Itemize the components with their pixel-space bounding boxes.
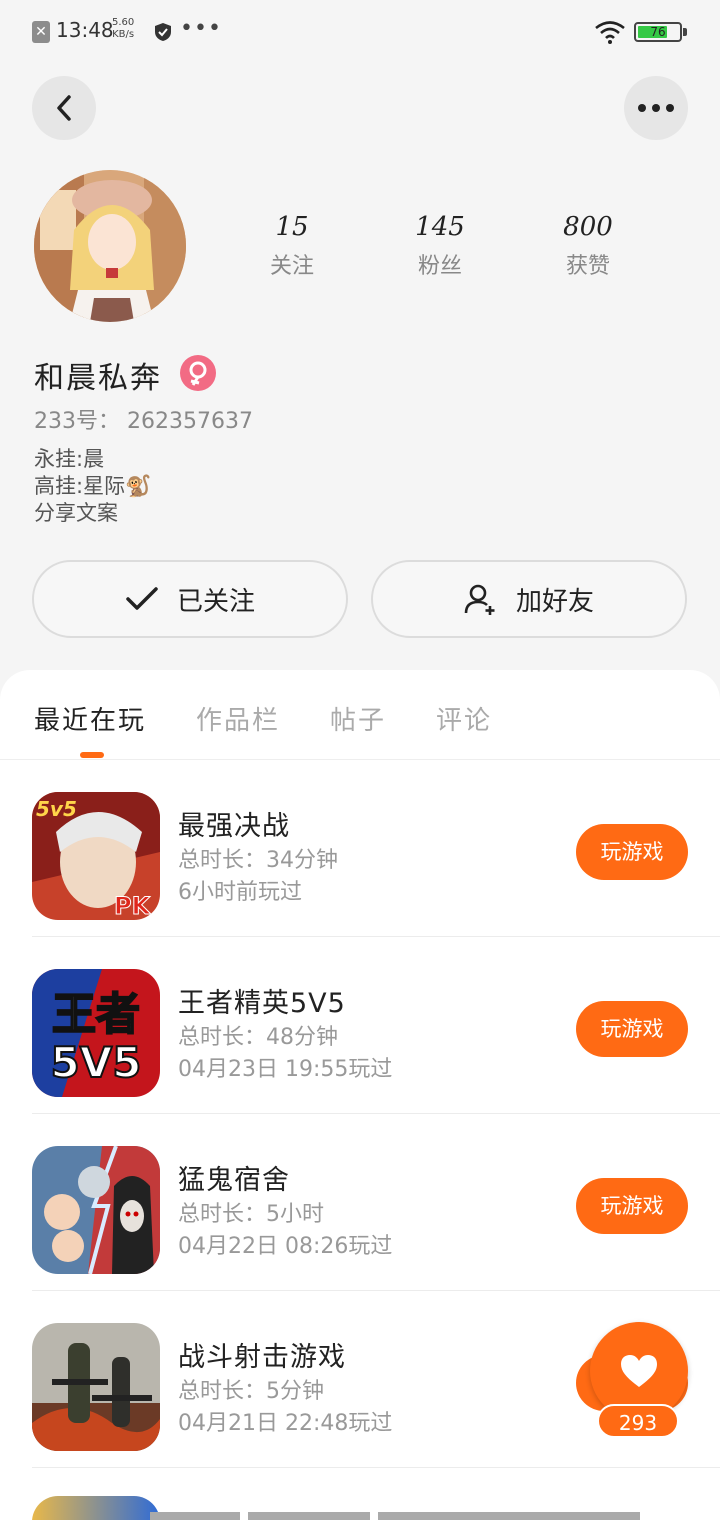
game-name: 最强决战 bbox=[178, 811, 290, 842]
game-row[interactable]: 5v5 PK 最强决战 总时长：34分钟 6小时前玩过 玩游戏 bbox=[32, 760, 720, 937]
profile-name: 和晨私奔 bbox=[34, 361, 162, 396]
chevron-left-icon bbox=[57, 95, 71, 121]
svg-text:王者: 王者 bbox=[52, 989, 140, 1040]
battery-tip bbox=[683, 28, 687, 36]
avatar[interactable] bbox=[34, 170, 186, 322]
followed-button[interactable]: 已关注 bbox=[32, 560, 348, 638]
pk-game-icon: 5v5 PK bbox=[32, 792, 160, 920]
fans-label: 粉丝 bbox=[417, 254, 462, 279]
stat-likes[interactable]: 800 获赞 bbox=[514, 212, 662, 280]
game-name: 战斗射击游戏 bbox=[178, 1342, 346, 1373]
tab-recently-played[interactable]: 最近在玩 bbox=[34, 700, 146, 737]
tab-posts[interactable]: 帖子 bbox=[330, 700, 386, 737]
game-row[interactable]: 王者 5V5 王者精英5V5 总时长：48分钟 04月23日 19:55玩过 玩… bbox=[32, 937, 720, 1114]
play-game-button[interactable]: 玩游戏 bbox=[576, 1001, 688, 1057]
add-friend-label: 加好友 bbox=[515, 586, 594, 617]
stat-fans[interactable]: 145 粉丝 bbox=[366, 212, 514, 280]
more-horizontal-icon bbox=[638, 104, 674, 112]
next-game-text-partial bbox=[150, 1512, 640, 1520]
add-user-icon bbox=[464, 584, 495, 615]
active-tab-indicator bbox=[80, 752, 104, 758]
game-last-played: 04月21日 22:48玩过 bbox=[178, 1411, 393, 1436]
play-game-button[interactable]: 玩游戏 bbox=[576, 1178, 688, 1234]
game-duration: 总时长：5小时 bbox=[178, 1202, 324, 1227]
following-count: 15 bbox=[275, 212, 309, 242]
user-id-value: 262357637 bbox=[127, 409, 253, 434]
game-last-played: 6小时前玩过 bbox=[178, 880, 302, 905]
tab-comments[interactable]: 评论 bbox=[436, 700, 492, 737]
tab-works[interactable]: 作品栏 bbox=[196, 700, 280, 737]
check-icon bbox=[126, 587, 158, 610]
game-last-played: 04月22日 08:26玩过 bbox=[178, 1234, 393, 1259]
bio-line: 高挂:星际🐒 bbox=[34, 474, 152, 498]
game-last-played: 04月23日 19:55玩过 bbox=[178, 1057, 393, 1082]
profile-stats: 15 关注 145 粉丝 800 获赞 bbox=[218, 212, 662, 280]
stat-following[interactable]: 15 关注 bbox=[218, 212, 366, 280]
game-duration: 总时长：34分钟 bbox=[178, 848, 338, 873]
likes-count: 800 bbox=[563, 212, 613, 242]
avatar-image bbox=[34, 170, 186, 322]
shooter-game-icon bbox=[32, 1323, 160, 1451]
game-name: 猛鬼宿舍 bbox=[178, 1165, 290, 1196]
bio-line: 分享文案 bbox=[34, 501, 118, 525]
back-button[interactable] bbox=[32, 76, 96, 140]
network-speed: 5.60 KB/s bbox=[112, 17, 135, 40]
user-id-label: 233号： bbox=[34, 409, 120, 434]
svg-text:PK: PK bbox=[114, 892, 152, 920]
following-label: 关注 bbox=[269, 254, 314, 279]
ghost-dorm-icon bbox=[32, 1146, 160, 1274]
wifi-icon bbox=[595, 21, 625, 44]
battery-icon: 76 bbox=[634, 22, 682, 42]
svg-text:5V5: 5V5 bbox=[51, 1038, 142, 1087]
profile-bio: 永挂:晨 高挂:星际🐒 分享文案 bbox=[34, 446, 151, 527]
likes-label: 获赞 bbox=[565, 254, 610, 279]
more-options-button[interactable] bbox=[624, 76, 688, 140]
game-row[interactable]: 猛鬼宿舍 总时长：5小时 04月22日 08:26玩过 玩游戏 bbox=[32, 1114, 720, 1291]
shield-icon bbox=[155, 23, 171, 41]
bio-line: 永挂:晨 bbox=[34, 447, 105, 471]
svg-text:5v5: 5v5 bbox=[36, 797, 77, 821]
status-bar: ✕ 13:48 5.60 KB/s ••• 76 bbox=[0, 0, 720, 64]
fans-count: 145 bbox=[415, 212, 465, 242]
more-notifications-icon: ••• bbox=[180, 16, 222, 41]
add-friend-button[interactable]: 加好友 bbox=[371, 560, 687, 638]
game-duration: 总时长：48分钟 bbox=[178, 1025, 338, 1050]
status-time: 13:48 bbox=[56, 18, 114, 42]
notification-close-icon: ✕ bbox=[32, 21, 50, 43]
wangzhe-5v5-icon: 王者 5V5 bbox=[32, 969, 160, 1097]
like-count: 293 bbox=[597, 1404, 679, 1438]
play-game-button[interactable]: 玩游戏 bbox=[576, 824, 688, 880]
battery-level: 76 bbox=[650, 25, 666, 39]
user-id: 233号： 262357637 bbox=[34, 403, 253, 435]
profile-tabs: 最近在玩 作品栏 帖子 评论 bbox=[34, 700, 542, 737]
next-game-icon-partial bbox=[32, 1496, 160, 1520]
female-gender-icon bbox=[180, 355, 216, 391]
game-duration: 总时长：5分钟 bbox=[178, 1379, 324, 1404]
followed-label: 已关注 bbox=[176, 586, 255, 617]
game-name: 王者精英5V5 bbox=[178, 988, 346, 1019]
heart-icon bbox=[621, 1355, 657, 1387]
